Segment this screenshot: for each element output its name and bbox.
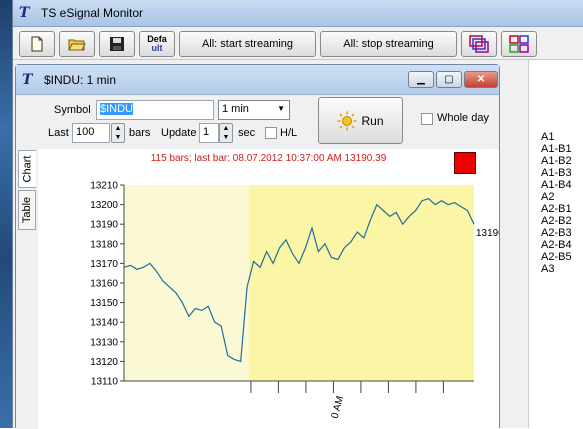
list-item[interactable]: A1-B2 — [541, 155, 583, 167]
interval-value: 1 min — [222, 103, 249, 115]
maximize-button[interactable]: ▢ — [436, 71, 462, 88]
close-icon: ✕ — [476, 74, 486, 85]
list-item[interactable]: A2-B5 — [541, 251, 583, 263]
new-button[interactable] — [19, 30, 55, 57]
list-item[interactable]: A1 — [541, 131, 583, 143]
stop-streaming-button[interactable]: All: stop streaming — [320, 30, 457, 57]
minimize-button[interactable]: ▁ — [408, 71, 434, 88]
symbol-label: Symbol — [54, 104, 91, 116]
list-item[interactable]: A2-B2 — [541, 215, 583, 227]
last-label: Last — [48, 127, 69, 139]
premarket-region — [124, 185, 249, 381]
y-tick-label: 13150 — [90, 298, 118, 309]
window-title: TS eSignal Monitor — [41, 6, 144, 20]
update-input[interactable]: 1 — [199, 123, 219, 143]
open-button[interactable] — [59, 30, 95, 57]
sun-icon — [337, 111, 357, 130]
y-tick-label: 13200 — [90, 200, 118, 211]
run-label: Run — [361, 113, 384, 128]
cascade-windows-button[interactable] — [461, 30, 497, 57]
spin-up-icon: ▲ — [114, 125, 122, 132]
price-chart: 13110 13120 13130 13140 13150 13160 13170 13180… — [90, 181, 499, 420]
list-item[interactable]: A1-B3 — [541, 167, 583, 179]
y-tick-label: 13140 — [90, 318, 118, 329]
tile-windows-button[interactable] — [501, 30, 537, 57]
tab-table-label: Table — [21, 196, 34, 224]
last-bars-input[interactable]: 100 — [72, 123, 110, 143]
y-tick-label: 13170 — [90, 259, 118, 270]
list-item[interactable]: A2-B3 — [541, 227, 583, 239]
default-button[interactable]: Defa ult — [139, 30, 175, 57]
spin-down-icon: ▼ — [222, 134, 230, 141]
chart-controls: Symbol $INDU 1 min ▼ Last 100 ▲ ▼ bars Up… — [16, 96, 499, 148]
y-tick-label: 13130 — [90, 337, 118, 348]
hl-label: H/L — [280, 127, 298, 139]
toolbar: Defa ult All: start streaming All: stop … — [13, 28, 583, 60]
y-tick-label: 13120 — [90, 357, 118, 368]
instrument-list-panel: A1 A1-B1 A1-B2 A1-B3 A1-B4 A2 A2-B1 A2-B2 A2-B3 A… — [528, 60, 583, 428]
x-tick-label: 0 AM — [330, 395, 347, 420]
list-item[interactable]: A1-B1 — [541, 143, 583, 155]
run-button[interactable]: Run — [318, 97, 403, 144]
update-label: Update — [161, 127, 197, 139]
y-tick-label: 13180 — [90, 239, 118, 250]
main-window: T TS eSignal Monitor Defa ult All: start… — [12, 0, 583, 429]
last-bars-spinner[interactable]: ▲ ▼ — [111, 123, 125, 143]
update-spinner[interactable]: ▲ ▼ — [219, 123, 233, 143]
session-region — [248, 185, 474, 381]
maximize-icon: ▢ — [444, 74, 454, 85]
bars-label: bars — [129, 127, 151, 139]
symbol-value: $INDU — [100, 103, 134, 115]
main-title-bar[interactable]: T TS eSignal Monitor — [13, 0, 583, 27]
y-tick-label: 13110 — [91, 377, 119, 388]
whole-day-checkbox[interactable] — [421, 113, 433, 125]
save-button[interactable] — [99, 30, 135, 57]
chart-window-title: $INDU: 1 min — [44, 72, 117, 87]
list-item[interactable]: A1-B4 — [541, 179, 583, 191]
y-tick-label: 13190 — [90, 220, 118, 231]
tab-chart[interactable]: Chart — [18, 150, 36, 188]
spin-down-icon: ▼ — [114, 134, 122, 141]
hl-checkbox[interactable] — [265, 127, 277, 139]
list-item[interactable]: A2-B4 — [541, 239, 583, 251]
cascade-windows-icon — [469, 34, 489, 53]
chart-window: T $INDU: 1 min ▁ ▢ ✕ Symbol $INDU 1 min … — [15, 64, 500, 429]
tile-windows-icon — [509, 34, 529, 53]
minimize-icon: ▁ — [417, 74, 425, 85]
app-icon: T — [19, 5, 30, 21]
y-tick-label: 13160 — [90, 279, 118, 290]
list-item[interactable]: A3 — [541, 263, 583, 275]
last-value-label: 13190.39 — [476, 228, 499, 239]
default-label-bottom: ult — [151, 42, 163, 53]
interval-select[interactable]: 1 min ▼ — [218, 100, 290, 120]
instrument-list: A1 A1-B1 A1-B2 A1-B3 A1-B4 A2 A2-B1 A2-B2 A2-B3 A… — [541, 131, 583, 275]
chevron-down-icon: ▼ — [277, 104, 285, 113]
list-item[interactable]: A2-B1 — [541, 203, 583, 215]
view-tabs: Chart Table — [16, 148, 38, 429]
open-folder-icon — [68, 39, 86, 50]
start-streaming-button[interactable]: All: start streaming — [179, 30, 316, 57]
close-button[interactable]: ✕ — [464, 71, 498, 88]
whole-day-label: Whole day — [437, 112, 489, 124]
chart-window-icon: T — [22, 71, 33, 88]
save-disk-icon — [110, 36, 124, 51]
symbol-input[interactable]: $INDU — [96, 100, 214, 120]
desktop-strip — [0, 0, 12, 428]
new-document-icon — [31, 36, 43, 51]
chart-panel: 115 bars; last bar: 08.07.2012 10:37:00 … — [38, 149, 499, 429]
tab-table[interactable]: Table — [18, 190, 36, 230]
list-item[interactable]: A2 — [541, 191, 583, 203]
sec-label: sec — [238, 127, 256, 139]
tab-chart-label: Chart — [21, 155, 34, 183]
y-tick-label: 13210 — [90, 181, 118, 192]
spin-up-icon: ▲ — [222, 125, 230, 132]
